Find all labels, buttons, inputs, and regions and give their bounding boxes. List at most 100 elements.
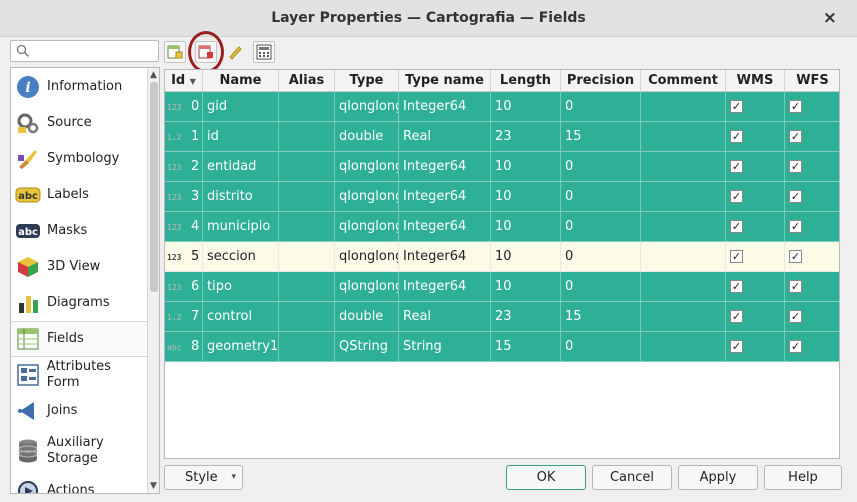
cell-comment[interactable] [641, 302, 726, 332]
cell-type-name[interactable]: Real [399, 302, 491, 332]
sidebar-item-source[interactable]: Source [11, 105, 147, 141]
table-row[interactable]: 1.2 1 id double Real 23 15 ✓ ✓ [165, 122, 839, 152]
cell-type[interactable]: qlonglong [335, 92, 399, 122]
cell-precision[interactable]: 0 [561, 332, 641, 362]
cell-alias[interactable] [279, 92, 335, 122]
cell-type-name[interactable]: String [399, 332, 491, 362]
wms-checkbox[interactable]: ✓ [730, 100, 743, 113]
sidebar-item-joins[interactable]: Joins [11, 393, 147, 429]
sidebar-item-information[interactable]: i Information [11, 69, 147, 105]
wfs-checkbox[interactable]: ✓ [789, 220, 802, 233]
cell-name[interactable]: gid [203, 92, 279, 122]
cell-name[interactable]: distrito [203, 182, 279, 212]
cell-wfs[interactable]: ✓ [785, 332, 839, 362]
wfs-checkbox[interactable]: ✓ [789, 340, 802, 353]
cell-type-name[interactable]: Integer64 [399, 182, 491, 212]
header-wfs[interactable]: WFS [785, 70, 839, 92]
cell-type-name[interactable]: Real [399, 122, 491, 152]
header-wms[interactable]: WMS [726, 70, 785, 92]
cell-id[interactable]: 123 6 [165, 272, 203, 302]
cell-length[interactable]: 23 [491, 122, 561, 152]
sidebar-item-3d-view[interactable]: 3D View [11, 249, 147, 285]
cell-type-name[interactable]: Integer64 [399, 212, 491, 242]
cell-alias[interactable] [279, 152, 335, 182]
cell-id[interactable]: 123 5 [165, 242, 203, 272]
cell-precision[interactable]: 0 [561, 92, 641, 122]
sidebar-item-diagrams[interactable]: Diagrams [11, 285, 147, 321]
cell-length[interactable]: 23 [491, 302, 561, 332]
wfs-checkbox[interactable]: ✓ [789, 190, 802, 203]
wms-checkbox[interactable]: ✓ [730, 250, 743, 263]
sidebar-item-attributes-form[interactable]: Attributes Form [11, 357, 147, 393]
cell-name[interactable]: control [203, 302, 279, 332]
cell-id[interactable]: abc 8 [165, 332, 203, 362]
header-comment[interactable]: Comment [641, 70, 726, 92]
sidebar-item-auxiliary-storage[interactable]: Auxiliary Storage [11, 429, 147, 473]
cell-length[interactable]: 15 [491, 332, 561, 362]
table-row[interactable]: 123 0 gid qlonglong Integer64 10 0 ✓ ✓ [165, 92, 839, 122]
cell-name[interactable]: tipo [203, 272, 279, 302]
cell-wms[interactable]: ✓ [726, 242, 785, 272]
cell-wms[interactable]: ✓ [726, 272, 785, 302]
cell-id[interactable]: 123 2 [165, 152, 203, 182]
table-row[interactable]: 123 3 distrito qlonglong Integer64 10 0 ✓ ✓ [165, 182, 839, 212]
cell-wms[interactable]: ✓ [726, 122, 785, 152]
cell-type[interactable]: qlonglong [335, 152, 399, 182]
wfs-checkbox[interactable]: ✓ [789, 100, 802, 113]
cell-wms[interactable]: ✓ [726, 92, 785, 122]
cell-alias[interactable] [279, 242, 335, 272]
table-row[interactable]: 123 2 entidad qlonglong Integer64 10 0 ✓ ✓ [165, 152, 839, 182]
cell-comment[interactable] [641, 92, 726, 122]
cell-comment[interactable] [641, 182, 726, 212]
cell-name[interactable]: entidad [203, 152, 279, 182]
scroll-up-icon[interactable]: ▲ [150, 70, 157, 80]
cell-comment[interactable] [641, 212, 726, 242]
cell-type-name[interactable]: Integer64 [399, 272, 491, 302]
cell-length[interactable]: 10 [491, 92, 561, 122]
cell-type[interactable]: qlonglong [335, 272, 399, 302]
toggle-editing-button[interactable] [224, 41, 246, 63]
cell-precision[interactable]: 0 [561, 152, 641, 182]
cell-wms[interactable]: ✓ [726, 152, 785, 182]
cell-type[interactable]: qlonglong [335, 212, 399, 242]
cell-type[interactable]: qlonglong [335, 242, 399, 272]
sidebar-item-actions[interactable]: Actions [11, 473, 147, 493]
close-icon[interactable]: × [823, 8, 837, 28]
cell-type-name[interactable]: Integer64 [399, 152, 491, 182]
cell-wfs[interactable]: ✓ [785, 272, 839, 302]
wfs-checkbox[interactable]: ✓ [789, 280, 802, 293]
cell-id[interactable]: 1.2 1 [165, 122, 203, 152]
wms-checkbox[interactable]: ✓ [730, 190, 743, 203]
cell-type-name[interactable]: Integer64 [399, 92, 491, 122]
table-row[interactable]: 123 4 municipio qlonglong Integer64 10 0 ✓ ✓ [165, 212, 839, 242]
cell-comment[interactable] [641, 122, 726, 152]
cell-precision[interactable]: 0 [561, 182, 641, 212]
cell-name[interactable]: id [203, 122, 279, 152]
field-calculator-button[interactable] [253, 41, 275, 63]
sidebar-scrollbar[interactable]: ▲ ▼ [147, 68, 159, 493]
cell-alias[interactable] [279, 332, 335, 362]
cell-precision[interactable]: 0 [561, 242, 641, 272]
cell-precision[interactable]: 15 [561, 302, 641, 332]
cell-wms[interactable]: ✓ [726, 302, 785, 332]
cell-comment[interactable] [641, 272, 726, 302]
cell-wfs[interactable]: ✓ [785, 152, 839, 182]
cell-wfs[interactable]: ✓ [785, 212, 839, 242]
header-type[interactable]: Type [335, 70, 399, 92]
wms-checkbox[interactable]: ✓ [730, 160, 743, 173]
cell-alias[interactable] [279, 182, 335, 212]
cell-type[interactable]: double [335, 302, 399, 332]
table-row[interactable]: 123 5 seccion qlonglong Integer64 10 0 ✓ ✓ [165, 242, 839, 272]
apply-button[interactable]: Apply [678, 465, 758, 490]
new-field-button[interactable] [164, 41, 186, 63]
wms-checkbox[interactable]: ✓ [730, 220, 743, 233]
scroll-down-icon[interactable]: ▼ [150, 481, 157, 491]
cell-length[interactable]: 10 [491, 212, 561, 242]
wfs-checkbox[interactable]: ✓ [789, 250, 802, 263]
cancel-button[interactable]: Cancel [592, 465, 672, 490]
cell-id[interactable]: 123 0 [165, 92, 203, 122]
table-row[interactable]: abc 8 geometry1_ QString String 15 0 ✓ ✓ [165, 332, 839, 362]
cell-name[interactable]: geometry1_ [203, 332, 279, 362]
cell-id[interactable]: 1.2 7 [165, 302, 203, 332]
wfs-checkbox[interactable]: ✓ [789, 160, 802, 173]
